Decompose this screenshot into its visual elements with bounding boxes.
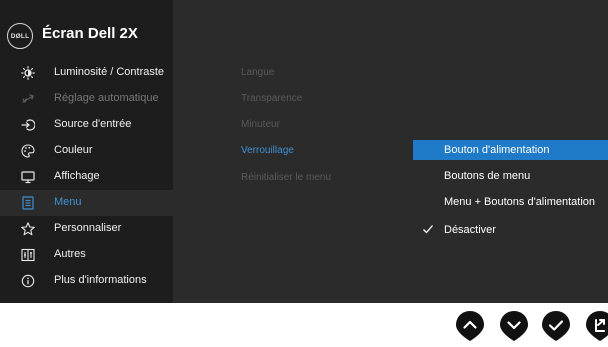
menu-icon [21, 196, 35, 210]
nav-down-button[interactable] [498, 310, 530, 342]
main-menu-sidebar: DØLL Écran Dell 2X Luminosité / Contrast… [0, 0, 173, 303]
submenu-item-language[interactable]: Langue [241, 67, 274, 78]
menu-item-auto-adjust[interactable]: Réglage automatique [0, 86, 173, 112]
osd-title: Écran Dell 2X [42, 25, 138, 42]
menu-item-more-info[interactable]: Plus d'informations [0, 268, 173, 294]
color-palette-icon [21, 144, 35, 158]
osd-header: DØLL Écran Dell 2X [0, 0, 173, 56]
menu-item-display[interactable]: Affichage [0, 164, 173, 190]
info-icon [21, 274, 35, 288]
brightness-icon [21, 66, 35, 80]
menu-item-label: Réglage automatique [54, 92, 159, 104]
menu-item-label: Plus d'informations [54, 274, 147, 286]
menu-item-label: Couleur [54, 144, 93, 156]
menu-item-brightness-contrast[interactable]: Luminosité / Contraste [0, 60, 173, 86]
others-icon [21, 248, 35, 262]
nav-confirm-button[interactable] [540, 310, 572, 342]
checkmark-icon [422, 223, 434, 238]
up-arrow-icon [456, 311, 484, 341]
nav-back-button[interactable] [584, 310, 608, 342]
auto-adjust-icon [21, 92, 35, 106]
option-power-button[interactable]: Bouton d'alimentation [413, 140, 608, 160]
option-label: Bouton d'alimentation [444, 144, 550, 156]
menu-item-label: Autres [54, 248, 86, 260]
menu-item-label: Affichage [54, 170, 100, 182]
option-menu-buttons[interactable]: Boutons de menu [413, 166, 608, 186]
option-menu-and-power-buttons[interactable]: Menu + Boutons d'alimentation [413, 192, 608, 212]
display-icon [21, 170, 35, 184]
option-label: Boutons de menu [444, 170, 531, 182]
submenu-item-transparency[interactable]: Transparence [241, 93, 302, 104]
back-exit-icon [586, 311, 608, 341]
menu-item-personalize[interactable]: Personnaliser [0, 216, 173, 242]
menu-item-color[interactable]: Couleur [0, 138, 173, 164]
checkmark-icon [542, 311, 570, 341]
input-source-icon [21, 118, 35, 132]
option-label: Menu + Boutons d'alimentation [444, 196, 596, 208]
menu-item-label: Personnaliser [54, 222, 122, 234]
option-label: Désactiver [444, 224, 496, 236]
osd-window: DØLL Écran Dell 2X Luminosité / Contrast… [0, 0, 608, 303]
menu-item-menu[interactable]: Menu [0, 190, 173, 216]
submenu-item-timer[interactable]: Minuteur [241, 119, 280, 130]
menu-item-label: Source d'entrée [54, 118, 132, 130]
nav-up-button[interactable] [454, 310, 486, 342]
dell-logo: DØLL [7, 23, 33, 49]
menu-item-input-source[interactable]: Source d'entrée [0, 112, 173, 138]
option-disable[interactable]: Désactiver [413, 220, 608, 240]
menu-item-others[interactable]: Autres [0, 242, 173, 268]
submenu-item-reset-menu[interactable]: Réinitialiser le menu [241, 172, 331, 183]
down-arrow-icon [500, 311, 528, 341]
submenu-item-lock[interactable]: Verrouillage [241, 145, 294, 156]
menu-item-label: Luminosité / Contraste [54, 66, 165, 78]
star-icon [21, 222, 35, 236]
menu-item-label: Menu [54, 196, 82, 208]
